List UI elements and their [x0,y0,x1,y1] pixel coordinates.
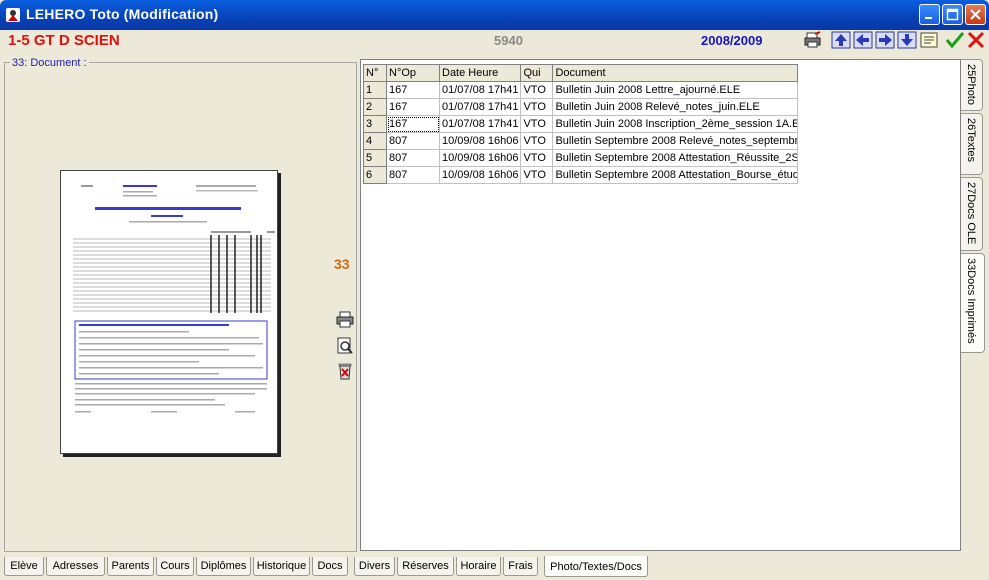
tab-photo-textes-docs[interactable]: Photo/Textes/Docs [544,556,648,577]
print-icon[interactable] [803,31,823,49]
row-document: Bulletin Septembre 2008 Attestation_Réus… [552,149,799,167]
record-number: 5940 [494,33,523,48]
row-document: Bulletin Septembre 2008 Attestation_Bour… [552,166,799,184]
row-datetime: 01/07/08 17h41 [438,81,522,99]
table-row[interactable]: 1 167 01/07/08 17h41 VTO Bulletin Juin 2… [363,81,799,99]
arrow-up-icon[interactable] [831,31,851,49]
row-who: VTO [520,132,554,150]
tab-diplomes[interactable]: Diplômes [196,557,251,576]
row-document: Bulletin Juin 2008 Inscription_2ème_sess… [552,115,799,133]
tab-photo[interactable]: 25Photo [961,59,983,111]
bottom-tabs: Elève Adresses Parents Cours Diplômes Hi… [0,556,989,580]
tab-historique[interactable]: Historique [253,557,310,576]
tab-frais[interactable]: Frais [503,557,538,576]
row-op: 167 [386,81,440,99]
row-who: VTO [520,166,554,184]
arrow-left-icon[interactable] [853,31,873,49]
tab-parents[interactable]: Parents [107,557,154,576]
arrow-right-icon[interactable] [875,31,895,49]
tab-eleve[interactable]: Elève [4,557,44,576]
table-row[interactable]: 6 807 10/09/08 16h06 VTO Bulletin Septem… [363,166,799,184]
table-header-row: N° N°Op Date Heure Qui Document [363,64,799,82]
row-number: 6 [363,166,387,184]
row-datetime: 01/07/08 17h41 [438,98,522,116]
app-icon [6,8,20,22]
cancel-x-icon[interactable] [966,31,986,49]
column-header-who[interactable]: Qui [520,64,554,82]
tab-docs-ole-label: 27Docs OLE [965,182,977,245]
row-number: 5 [363,149,387,167]
row-who: VTO [520,115,554,133]
row-datetime: 10/09/08 16h06 [438,132,522,150]
tab-horaire[interactable]: Horaire [456,557,501,576]
row-document: Bulletin Juin 2008 Relevé_notes_juin.ELE [552,98,799,116]
tab-docs[interactable]: Docs [312,557,348,576]
row-number: 4 [363,132,387,150]
column-header-datetime[interactable]: Date Heure [438,64,522,82]
tab-docs-ole[interactable]: 27Docs OLE [961,177,983,251]
window-title: LEHERO Toto (Modification) [26,6,219,22]
tab-docs-imprimes[interactable]: 33Docs Imprimés [961,253,985,353]
column-header-number[interactable]: N° [363,64,387,82]
row-who: VTO [520,81,554,99]
row-who: VTO [520,149,554,167]
row-document: Bulletin Juin 2008 Lettre_ajourné.ELE [552,81,799,99]
tab-photo-label: 25Photo [965,64,977,105]
school-year: 2008/2009 [701,33,763,48]
print-document-icon[interactable] [336,311,354,329]
delete-icon[interactable] [336,362,354,380]
table-row[interactable]: 5 807 10/09/08 16h06 VTO Bulletin Septem… [363,149,799,167]
row-op: 167 [386,98,440,116]
row-op: 167 [386,115,440,133]
tab-docs-imprimes-label: 33Docs Imprimés [965,258,977,344]
row-datetime: 01/07/08 17h41 [438,115,522,133]
close-button[interactable] [965,4,986,25]
tab-reserves[interactable]: Réserves [397,557,454,576]
column-header-op[interactable]: N°Op [386,64,440,82]
document-legend: 33: Document : [10,57,89,69]
row-number: 3 [363,115,387,133]
arrow-down-icon[interactable] [897,31,917,49]
record-card-icon[interactable] [919,31,939,49]
table-row[interactable]: 2 167 01/07/08 17h41 VTO Bulletin Juin 2… [363,98,799,116]
row-op: 807 [386,149,440,167]
tab-textes[interactable]: 26Textes [961,113,983,175]
document-number-badge: 33 [334,256,350,272]
column-header-document[interactable]: Document [552,64,799,82]
record-header: 1-5 GT D SCIEN 5940 2008/2009 [0,30,989,52]
window-titlebar: LEHERO Toto (Modification) [0,0,989,30]
document-thumbnail-image [73,185,275,413]
maximize-button[interactable] [942,4,963,25]
row-number: 2 [363,98,387,116]
documents-table: N° N°Op Date Heure Qui Document 1 167 01… [363,64,799,184]
minimize-button[interactable] [919,4,940,25]
tab-adresses[interactable]: Adresses [46,557,105,576]
preview-icon[interactable] [336,337,354,355]
row-datetime: 10/09/08 16h06 [438,149,522,167]
tab-cours[interactable]: Cours [156,557,194,576]
document-thumbnail[interactable] [60,170,278,454]
validate-check-icon[interactable] [945,31,965,49]
documents-grid-panel: N° N°Op Date Heure Qui Document 1 167 01… [360,59,961,551]
row-datetime: 10/09/08 16h06 [438,166,522,184]
row-who: VTO [520,98,554,116]
table-row[interactable]: 4 807 10/09/08 16h06 VTO Bulletin Septem… [363,132,799,150]
row-op: 807 [386,166,440,184]
row-number: 1 [363,81,387,99]
row-document: Bulletin Septembre 2008 Relevé_notes_sep… [552,132,799,150]
table-row[interactable]: 3 167 01/07/08 17h41 VTO Bulletin Juin 2… [363,115,799,133]
class-label: 1-5 GT D SCIEN [8,32,120,49]
row-op: 807 [386,132,440,150]
tab-textes-label: 26Textes [965,118,977,163]
tab-divers[interactable]: Divers [354,557,395,576]
